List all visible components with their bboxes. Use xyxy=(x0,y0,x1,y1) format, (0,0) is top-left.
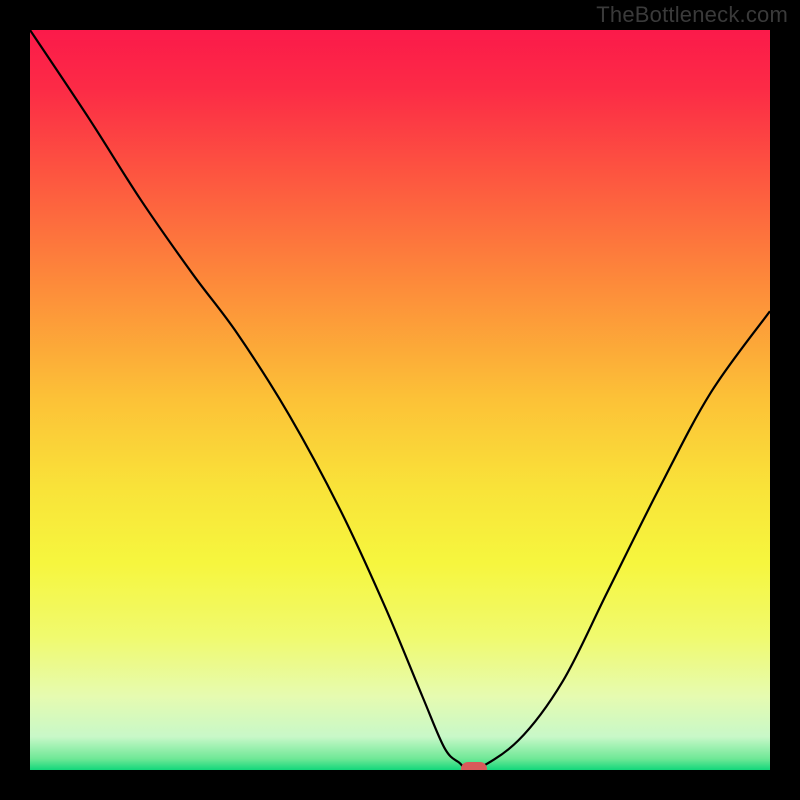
chart-frame: TheBottleneck.com xyxy=(0,0,800,800)
watermark-text: TheBottleneck.com xyxy=(596,2,788,28)
curve-path xyxy=(30,30,770,770)
plot-area xyxy=(30,30,770,770)
bottleneck-curve xyxy=(30,30,770,770)
minimum-marker xyxy=(461,762,487,770)
